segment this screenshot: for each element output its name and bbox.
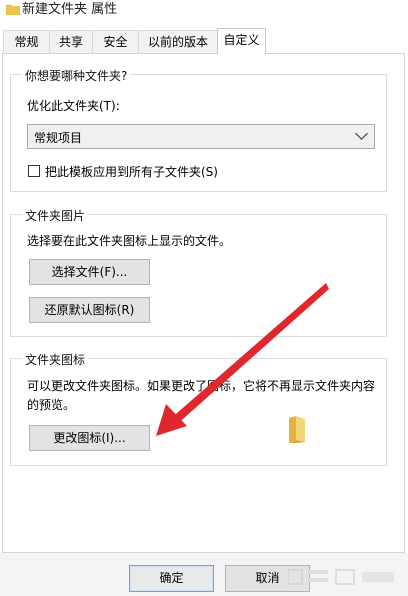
title-bar: 新建文件夹 属性 [0, 0, 408, 26]
apply-subfolders-checkbox[interactable] [28, 165, 40, 177]
watermark-logo-icon [287, 569, 394, 585]
folder-icons-description-line1: 可以更改文件夹图标。如果更改了图标，它将不再显示文件夹内容 [27, 379, 376, 393]
choose-file-button[interactable]: 选择文件(F)... [29, 259, 150, 285]
tab-security[interactable]: 安全 [92, 30, 139, 53]
chevron-down-icon [355, 127, 368, 140]
folder-pictures-description: 选择要在此文件夹图标上显示的文件。 [27, 234, 232, 248]
folder-icons-title: 文件夹图标 [22, 351, 89, 368]
ok-button[interactable]: 确定 [129, 565, 214, 592]
window-title: 新建文件夹 属性 [22, 2, 118, 17]
tab-general[interactable]: 常规 [3, 30, 50, 53]
folder-icon [6, 4, 20, 15]
optimize-select[interactable]: 常规项目 [27, 124, 375, 149]
optimize-label: 优化此文件夹(T): [27, 99, 120, 113]
folder-preview-icon [289, 416, 305, 443]
apply-subfolders-label[interactable]: 把此模板应用到所有子文件夹(S) [45, 163, 218, 180]
tab-previous-versions[interactable]: 以前的版本 [138, 30, 218, 53]
folder-pictures-title: 文件夹图片 [22, 207, 89, 224]
tab-sharing[interactable]: 共享 [49, 30, 93, 53]
folder-type-title: 你想要哪种文件夹? [22, 67, 131, 84]
watermark [287, 566, 398, 591]
tab-customize[interactable]: 自定义 [217, 28, 266, 54]
restore-default-button[interactable]: 还原默认图标(R) [29, 297, 150, 323]
change-icon-button[interactable]: 更改图标(I)... [29, 425, 150, 451]
folder-icons-description-line2: 的预览。 [27, 398, 76, 412]
optimize-selected-value: 常规项目 [34, 131, 83, 145]
